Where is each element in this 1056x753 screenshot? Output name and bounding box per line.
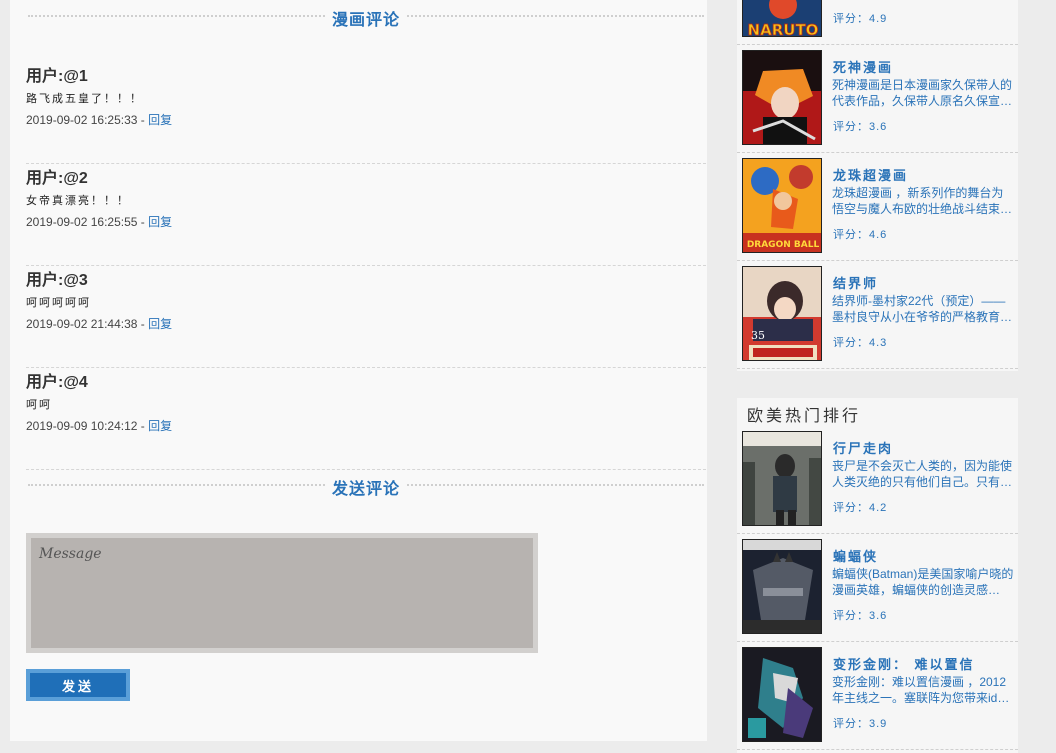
manga-cover-icon [743, 51, 821, 144]
comment-meta: 2019-09-09 10:24:12 - 回复 [26, 417, 172, 434]
item-title[interactable]: 行尸走肉 [833, 438, 893, 457]
batman-cover[interactable] [742, 539, 822, 634]
list-item[interactable]: 变形金刚： 难以置信 变形金刚：难以置信漫画 ，2012年主线之一。塞联阵为您带… [737, 642, 1018, 750]
list-item[interactable]: 蝙蝠侠 蝙蝠侠(Batman)是美国家喻户晓的漫画英雄，蝙蝠侠的创造灵感… 评分… [737, 534, 1018, 642]
rating-score: 评分：3.6 [833, 121, 888, 133]
comments-heading: 漫画评论 [28, 6, 704, 30]
item-description[interactable]: 死神漫画是日本漫画家久保带人的代表作品，久保带人原名久保宣… [832, 77, 1014, 109]
comic-cover-icon [743, 540, 821, 633]
meta-separator: - [137, 113, 149, 127]
list-item[interactable]: 死神漫画 死神漫画是日本漫画家久保带人的代表作品，久保带人原名久保宣… 评分：3… [737, 45, 1018, 153]
transformers-cover[interactable] [742, 647, 822, 742]
item-title[interactable]: 蝙蝠侠 [833, 546, 878, 565]
post-comment-title: 发送评论 [325, 475, 407, 499]
rating-score: 评分：3.6 [833, 610, 888, 622]
comment-text: 呵呵呵呵呵 [26, 296, 91, 309]
item-description[interactable]: 丧尸是不会灭亡人类的，因为能使人类灭绝的只有他们自己。只有… [832, 458, 1014, 490]
comment-user: 用户:@4 [26, 374, 88, 391]
comments-panel: 漫画评论 用户:@1 路飞成五皇了！！！ 2019-09-02 16:25:33… [10, 0, 707, 741]
item-description[interactable]: 结界师-墨村家22代（预定）——墨村良守从小在爷爷的严格教育… [832, 293, 1014, 325]
naruto-cover[interactable]: NARUTO [742, 0, 822, 37]
post-comment-heading: 发送评论 [28, 475, 704, 499]
meta-separator: - [137, 419, 149, 433]
manga-cover-icon: 35 [743, 267, 821, 360]
dragonball-cover[interactable]: DRAGON BALL [742, 158, 822, 253]
reply-link[interactable]: 回复 [148, 113, 172, 127]
rating-score: 评分：4.3 [833, 337, 888, 349]
bleach-cover[interactable] [742, 50, 822, 145]
comic-cover-icon [743, 648, 821, 741]
rating-score: 评分：4.9 [833, 13, 888, 25]
list-item[interactable]: NARUTO 评分：4.9 [737, 0, 1018, 45]
comic-cover-icon [743, 432, 821, 525]
reply-link[interactable]: 回复 [148, 215, 172, 229]
send-button[interactable]: 发送 [26, 669, 130, 701]
item-title[interactable]: 结界师 [833, 273, 878, 292]
item-description[interactable]: 蝙蝠侠(Batman)是美国家喻户晓的漫画英雄，蝙蝠侠的创造灵感… [832, 566, 1014, 598]
ranking-title: 欧美热门排行 [747, 406, 862, 425]
meta-separator: - [137, 317, 149, 331]
manga-cover-icon: DRAGON BALL [743, 159, 821, 252]
reply-link[interactable]: 回复 [148, 317, 172, 331]
rating-score: 评分：3.9 [833, 718, 888, 730]
comments-title: 漫画评论 [325, 6, 407, 30]
meta-separator: - [137, 215, 149, 229]
rating-score: 评分：4.2 [833, 502, 888, 514]
comment-time: 2019-09-02 16:25:55 [26, 215, 138, 229]
comment-item: 用户:@1 路飞成五皇了！！！ 2019-09-02 16:25:33 - 回复 [26, 62, 706, 164]
item-title[interactable]: 死神漫画 [833, 57, 893, 76]
western-hot-ranking: 欧美热门排行 行尸走肉 丧尸是不会灭亡人类的，因为能使人类灭绝的只有他们自己。只… [737, 398, 1018, 753]
reply-link[interactable]: 回复 [148, 419, 172, 433]
rating-score: 评分：4.6 [833, 229, 888, 241]
list-item[interactable]: DRAGON BALL 龙珠超漫画 龙珠超漫画 ，新系列作的舞台为悟空与魔人布欧… [737, 153, 1018, 261]
comment-time: 2019-09-02 21:44:38 [26, 317, 138, 331]
comment-meta: 2019-09-02 16:25:55 - 回复 [26, 213, 172, 230]
comment-time: 2019-09-02 16:25:33 [26, 113, 138, 127]
comment-item: 用户:@4 呵呵 2019-09-09 10:24:12 - 回复 [26, 368, 706, 470]
comment-item: 用户:@3 呵呵呵呵呵 2019-09-02 21:44:38 - 回复 [26, 266, 706, 368]
list-item[interactable]: 35 结界师 结界师-墨村家22代（预定）——墨村良守从小在爷爷的严格教育… 评… [737, 261, 1018, 369]
comment-item: 用户:@2 女帝真漂亮！！！ 2019-09-02 16:25:55 - 回复 [26, 164, 706, 266]
hot-manga-list: NARUTO 评分：4.9 死神漫画 死神漫画是日本漫画家久保带人的代表作品，久… [737, 0, 1018, 371]
comment-time: 2019-09-09 10:24:12 [26, 419, 138, 433]
manga-cover-icon: NARUTO [743, 0, 821, 37]
item-description[interactable]: 变形金刚：难以置信漫画 ，2012年主线之一。塞联阵为您带来id… [832, 674, 1014, 706]
comment-meta: 2019-09-02 16:25:33 - 回复 [26, 111, 172, 128]
list-item[interactable]: 行尸走肉 丧尸是不会灭亡人类的，因为能使人类灭绝的只有他们自己。只有… 评分：4… [737, 426, 1018, 534]
comment-user: 用户:@1 [26, 68, 88, 85]
walking-dead-cover[interactable] [742, 431, 822, 526]
cover-title: NARUTO [748, 21, 819, 37]
comment-meta: 2019-09-02 21:44:38 - 回复 [26, 315, 172, 332]
comment-text: 呵呵 [26, 398, 52, 411]
item-title[interactable]: 变形金刚： 难以置信 [833, 654, 975, 673]
comment-text: 路飞成五皇了！！！ [26, 92, 143, 105]
item-title[interactable]: 龙珠超漫画 [833, 165, 908, 184]
message-input[interactable] [26, 533, 538, 653]
kekkaishi-cover[interactable]: 35 [742, 266, 822, 361]
comment-text: 女帝真漂亮！！！ [26, 194, 130, 207]
comment-user: 用户:@2 [26, 170, 88, 187]
cover-volume: 35 [751, 329, 765, 342]
cover-title: DRAGON BALL [747, 240, 820, 250]
comment-user: 用户:@3 [26, 272, 88, 289]
item-description[interactable]: 龙珠超漫画 ，新系列作的舞台为悟空与魔人布欧的壮绝战斗结束… [832, 185, 1014, 217]
